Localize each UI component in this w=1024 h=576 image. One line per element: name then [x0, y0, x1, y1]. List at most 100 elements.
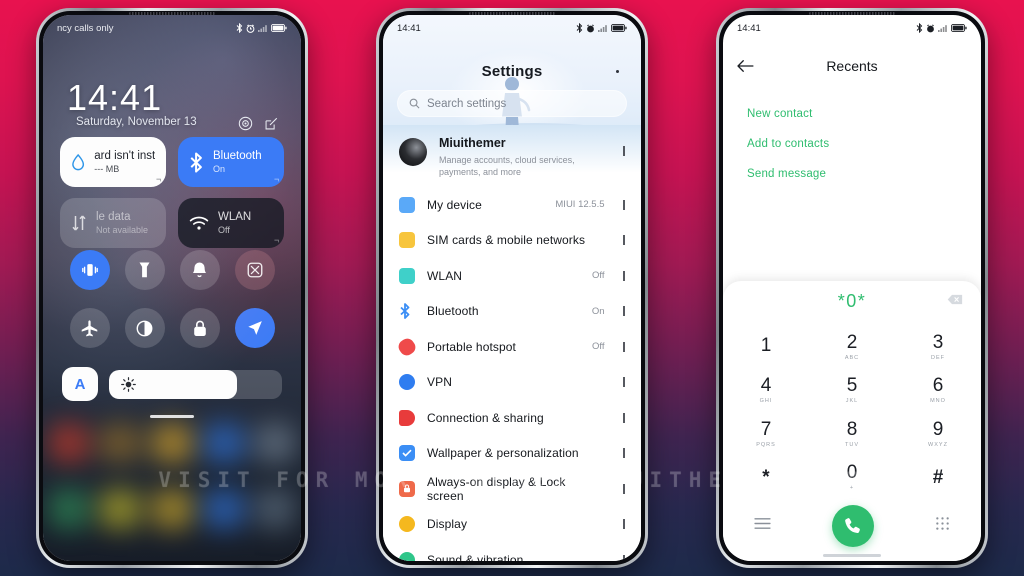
keypad-button[interactable] [935, 516, 950, 536]
more-options-icon[interactable] [616, 70, 619, 73]
settings-row-bluetooth[interactable]: Bluetooth On [383, 293, 641, 329]
row-value: Off [592, 341, 605, 353]
row-label: Wallpaper & personalization [427, 446, 579, 461]
settings-list[interactable]: Miuithemer Manage accounts, cloud servic… [383, 125, 641, 561]
settings-row-wlan[interactable]: WLAN Off [383, 258, 641, 294]
key-9[interactable]: 9 WXYZ [895, 412, 981, 456]
phone-left: ncy calls only 14:41 Saturday, November … [36, 8, 308, 568]
key-letters: MNO [930, 398, 946, 405]
tile-bluetooth[interactable]: Bluetooth On ⌐ [178, 137, 284, 187]
flashlight-toggle[interactable] [124, 250, 165, 290]
lock-toggle[interactable] [179, 308, 220, 348]
key-5[interactable]: 5 JKL [809, 369, 895, 413]
vibrate-toggle[interactable] [69, 250, 110, 290]
key-star[interactable]: * [723, 456, 809, 500]
tile-expand-icon[interactable]: ⌐ [274, 235, 279, 245]
action-new-contact[interactable]: New contact [747, 99, 961, 129]
account-row[interactable]: Miuithemer Manage accounts, cloud servic… [383, 125, 641, 187]
key-7[interactable]: 7 PQRS [723, 412, 809, 456]
call-button[interactable] [831, 505, 874, 547]
bell-icon [192, 262, 207, 278]
call-icon [845, 517, 861, 533]
key-digit: # [932, 466, 944, 488]
key-8[interactable]: 8 TUV [809, 412, 895, 456]
drag-handle[interactable] [150, 415, 194, 418]
account-name: Miuithemer [439, 136, 506, 150]
settings-row-display[interactable]: Display [383, 506, 641, 542]
device-icon [399, 196, 415, 213]
key-letters: DEF [931, 354, 945, 361]
chevron-icon [622, 270, 625, 281]
contrast-icon [136, 320, 153, 336]
search-icon [409, 98, 420, 109]
speaker-grille-icon [129, 12, 215, 15]
phone-center-screen: 14:41 Settings Search settings Miuitheme… [383, 15, 641, 561]
settings-row-vpn[interactable]: VPN [383, 364, 641, 400]
tile-mobile-data[interactable]: le data Not available [60, 198, 166, 248]
brightness-slider[interactable] [109, 369, 282, 399]
chevron-icon [622, 483, 625, 494]
menu-button[interactable] [754, 517, 771, 535]
settings-row-sound-vibration[interactable]: Sound & vibration [383, 542, 641, 561]
search-placeholder: Search settings [427, 97, 507, 110]
home-indicator [823, 554, 881, 557]
chevron-icon [622, 519, 625, 530]
tile-subtitle: --- MB [94, 163, 120, 174]
wallpaper-icon [399, 445, 415, 462]
dialpad-sheet: *0* 1 2 ABC 3 DEF 4 GHI 5 JKL 6 MNO 7 PQRS 8 TU… [723, 281, 981, 561]
row-label: Bluetooth [427, 304, 479, 319]
key-hash[interactable]: # [895, 456, 981, 500]
key-letters: ABC [844, 354, 860, 361]
key-2[interactable]: 2 ABC [809, 325, 895, 369]
row-label: SIM cards & mobile networks [427, 233, 586, 248]
settings-row-always-on-display[interactable]: Always-on display & Lock screen [383, 471, 641, 507]
tile-expand-icon[interactable]: ⌐ [274, 174, 279, 184]
location-toggle[interactable] [234, 308, 275, 348]
backspace-button[interactable] [947, 292, 963, 310]
screenshot-toggle[interactable] [234, 250, 275, 290]
action-send-message[interactable]: Send message [747, 159, 961, 189]
settings-row-my-device[interactable]: My device MIUI 12.5.5 [383, 187, 641, 223]
settings-row-portable-hotspot[interactable]: Portable hotspot Off [383, 329, 641, 365]
settings-row-connection-sharing[interactable]: Connection & sharing [383, 400, 641, 436]
contact-actions: New contact Add to contacts Send message [747, 99, 961, 189]
connection-sharing-icon [399, 409, 415, 426]
airplane-icon [81, 319, 98, 336]
airplane-mode-toggle[interactable] [69, 308, 110, 348]
signal-icon [598, 25, 607, 32]
display-icon [399, 516, 415, 533]
camera-ring-icon[interactable] [238, 116, 253, 131]
alarm-icon [587, 24, 594, 32]
chevron-icon [622, 235, 625, 246]
key-1[interactable]: 1 [723, 325, 809, 369]
status-icons [236, 23, 287, 33]
settings-row-sim-cards[interactable]: SIM cards & mobile networks [383, 222, 641, 258]
settings-row-wallpaper[interactable]: Wallpaper & personalization [383, 435, 641, 471]
key-3[interactable]: 3 DEF [895, 325, 981, 369]
dialpad: 1 2 ABC 3 DEF 4 GHI 5 JKL 6 MNO 7 PQRS 8 TUV 9W… [723, 325, 981, 499]
sim-card-icon [399, 232, 415, 249]
search-input[interactable]: Search settings [397, 90, 627, 117]
key-6[interactable]: 6 MNO [895, 369, 981, 413]
dialer-header: Recents [723, 47, 981, 85]
lock-icon [399, 480, 415, 497]
status-icons [916, 23, 967, 33]
edit-icon[interactable] [264, 116, 279, 131]
brightness-fill [109, 369, 238, 399]
status-bar: ncy calls only [43, 15, 301, 41]
tile-wlan[interactable]: WLAN Off ⌐ [178, 198, 284, 248]
key-0[interactable]: 0 + [809, 456, 895, 500]
dark-mode-toggle[interactable] [124, 308, 165, 348]
key-letters: + [849, 485, 855, 492]
toggle-grid [62, 250, 282, 348]
row-label: Always-on display & Lock screen [427, 474, 566, 503]
action-add-to-contacts[interactable]: Add to contacts [747, 129, 961, 159]
key-4[interactable]: 4 GHI [723, 369, 809, 413]
ringer-toggle[interactable] [179, 250, 220, 290]
tile-storage[interactable]: ard isn't install --- MB ⌐ [60, 137, 166, 187]
auto-brightness-button[interactable]: A [62, 367, 98, 401]
clock-date: Saturday, November 13 [76, 116, 197, 129]
tile-expand-icon[interactable]: ⌐ [156, 174, 161, 184]
key-digit: 0 [846, 462, 858, 484]
status-bar: 14:41 [723, 15, 981, 41]
